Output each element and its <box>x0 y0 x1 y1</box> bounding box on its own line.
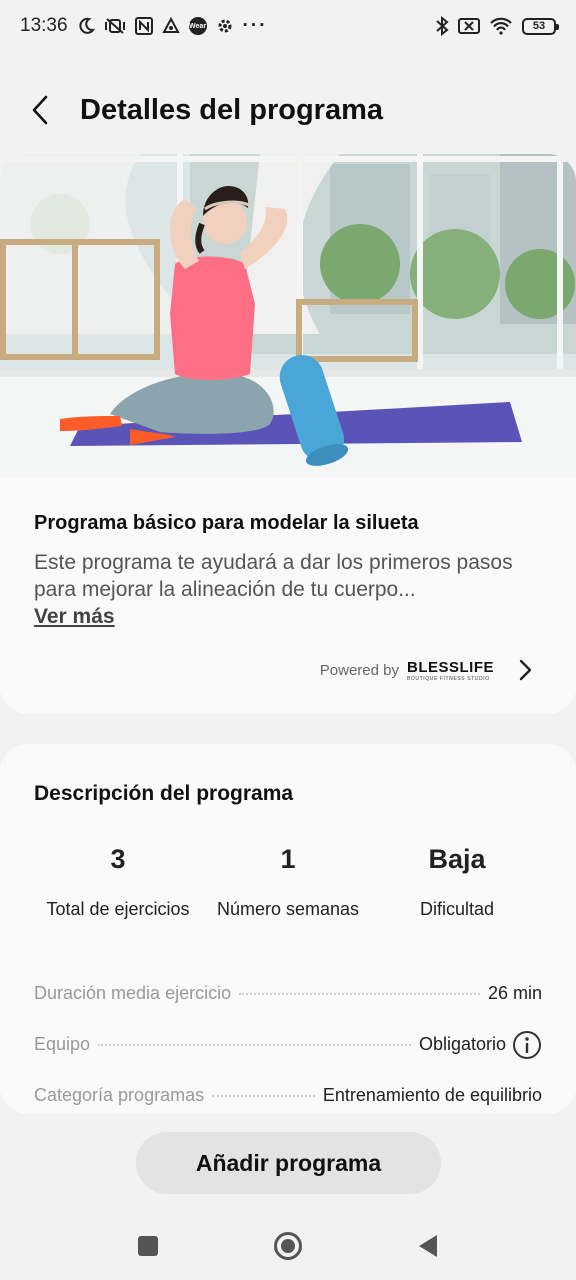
gear-icon <box>216 17 234 35</box>
moon-icon <box>77 17 95 35</box>
program-info: Programa básico para modelar la silueta … <box>0 478 576 629</box>
no-sim-icon <box>458 17 480 35</box>
system-nav-bar <box>0 1216 576 1276</box>
chevron-left-icon <box>32 95 48 125</box>
stat-label: Número semanas <box>216 898 360 919</box>
blesslife-logo: BLESSLIFE BOUTIQUE FITNESS STUDIO <box>407 659 494 682</box>
info-label: Duración media ejercicio <box>34 983 232 1003</box>
info-row-duration: Duración media ejercicio 26 min <box>34 968 542 1019</box>
dotted-leader <box>239 992 480 995</box>
recents-button[interactable] <box>128 1226 168 1266</box>
status-bar: 13:36 Wear ··· 53 <box>0 0 576 52</box>
brand-name: BLESSLIFE <box>406 658 494 676</box>
square-icon <box>138 1236 158 1256</box>
stat-value: 1 <box>280 844 296 874</box>
info-label: Equipo <box>34 1034 91 1054</box>
stat-label: Dificultad <box>419 898 495 919</box>
stat-label: Total de ejercicios <box>46 898 190 919</box>
program-description-card: Descripción del programa 3 Total de ejer… <box>0 744 576 1114</box>
mute-vibrate-icon <box>104 17 126 35</box>
powered-by-label: Powered by <box>319 661 399 679</box>
circle-icon <box>274 1232 302 1260</box>
info-row-category: Categoría programas Entrenamiento de equ… <box>34 1070 542 1121</box>
add-program-button[interactable]: Añadir programa <box>136 1132 441 1194</box>
info-value: Obligatorio <box>418 1034 506 1054</box>
triangle-back-icon <box>419 1235 437 1257</box>
stat-weeks: 1 Número semanas <box>202 844 374 932</box>
stat-difficulty: Baja Dificultad <box>374 844 540 932</box>
section-title: Descripción del programa <box>34 782 294 805</box>
program-hero-image <box>0 154 576 478</box>
status-left: 13:36 Wear ··· <box>20 15 268 37</box>
wear-icon: Wear <box>188 17 207 35</box>
program-stats: 3 Total de ejercicios 1 Número semanas B… <box>34 844 542 932</box>
stat-value: 3 <box>110 844 126 874</box>
brand-subtitle: BOUTIQUE FITNESS STUDIO <box>406 675 490 682</box>
nfc-icon <box>134 17 153 35</box>
bluetooth-icon <box>435 16 449 36</box>
more-dots-icon: ··· <box>242 15 268 36</box>
info-label: Categoría programas <box>34 1085 205 1105</box>
info-rows: Duración media ejercicio 26 min Equipo O… <box>34 968 542 1121</box>
stat-value: Baja <box>428 844 486 874</box>
stat-total-exercises: 3 Total de ejercicios <box>34 844 202 932</box>
screen: 13:36 Wear ··· 53 Detalles del programa … <box>0 0 576 1280</box>
header: Detalles del programa <box>0 78 576 142</box>
see-more-link[interactable]: Ver más <box>34 605 115 629</box>
page-title: Detalles del programa <box>80 93 383 126</box>
info-icon[interactable] <box>512 1030 542 1060</box>
drive-icon <box>161 17 180 35</box>
back-button[interactable] <box>30 90 66 130</box>
program-description: Este programa te ayudará a dar los prime… <box>34 551 513 601</box>
program-title: Programa básico para modelar la silueta <box>34 512 419 534</box>
dotted-leader <box>98 1043 411 1046</box>
status-time: 13:36 <box>20 15 68 36</box>
chevron-right-icon[interactable] <box>518 659 532 681</box>
info-value: 26 min <box>487 983 542 1003</box>
wifi-icon <box>489 17 513 35</box>
home-button[interactable] <box>268 1226 308 1266</box>
battery-icon: 53 <box>522 17 559 35</box>
program-card: Programa básico para modelar la silueta … <box>0 154 576 714</box>
dotted-leader <box>212 1094 315 1097</box>
info-row-equipment: Equipo Obligatorio <box>34 1019 542 1070</box>
status-right: 53 <box>435 16 559 36</box>
info-value: Entrenamiento de equilibrio <box>322 1085 542 1105</box>
nav-back-button[interactable] <box>408 1226 448 1266</box>
powered-by-row[interactable]: Powered by BLESSLIFE BOUTIQUE FITNESS ST… <box>0 654 576 686</box>
